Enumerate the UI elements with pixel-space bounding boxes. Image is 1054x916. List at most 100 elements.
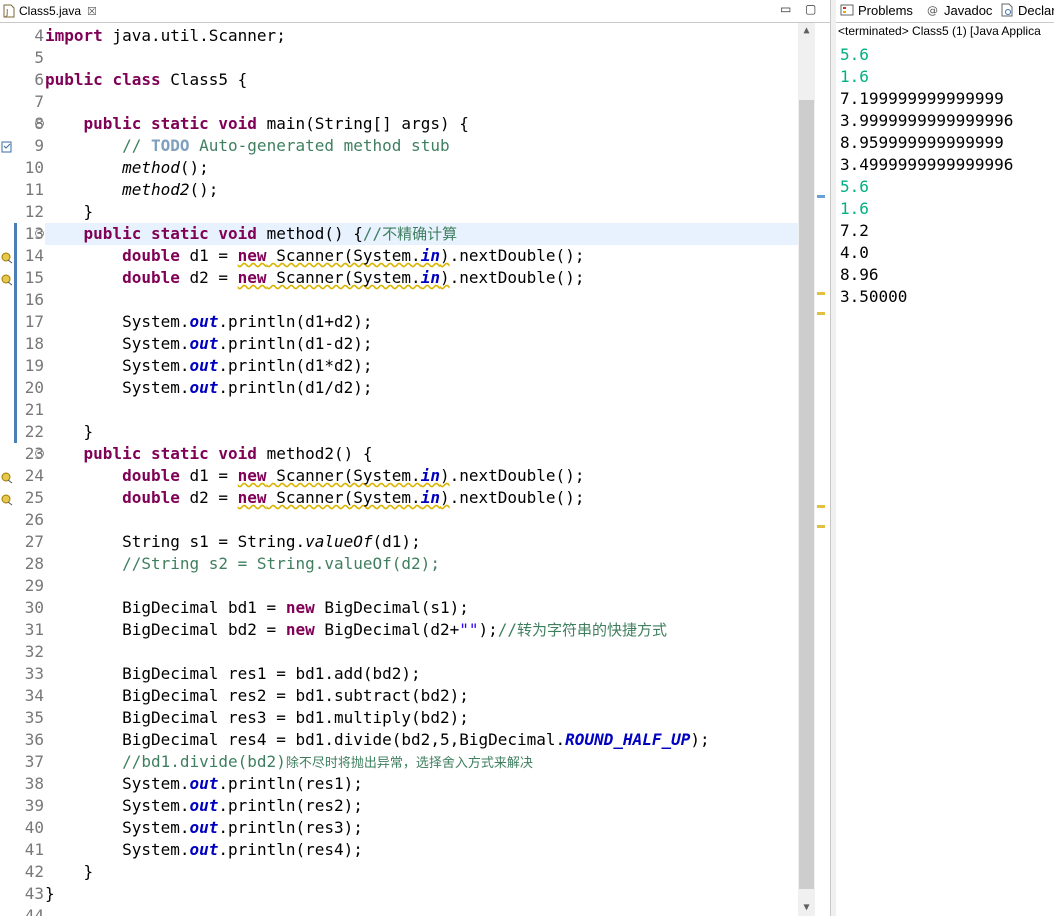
code-editor[interactable]: 4 5 6 7 8 9 10 11 12 13 14 15 16 17 18 19 20 21 22 23 24 25 26… xyxy=(0,23,798,916)
line-number: 36 xyxy=(24,730,44,749)
code-line[interactable]: double d1 = new Scanner(System.in).nextD… xyxy=(45,465,798,487)
at-sign-icon: @ xyxy=(926,2,940,17)
code-line[interactable]: } xyxy=(45,201,798,223)
console-line: 3.9999999999999996 xyxy=(840,111,1014,130)
line-number: 38 xyxy=(24,774,44,793)
close-tab-icon[interactable]: ☒ xyxy=(87,5,97,18)
minimize-icon[interactable]: ▭ xyxy=(780,2,791,16)
code-line[interactable]: System.out.println(d1-d2); xyxy=(45,333,798,355)
tab-declaration[interactable]: Declar xyxy=(1000,0,1054,22)
code-line[interactable] xyxy=(45,289,798,311)
code-line[interactable]: BigDecimal res4 = bd1.divide(bd2,5,BigDe… xyxy=(45,729,798,751)
line-number: 21 xyxy=(24,400,44,419)
line-number: 43 xyxy=(24,884,44,903)
code-line[interactable]: String s1 = String.valueOf(d1); xyxy=(45,531,798,553)
code-line[interactable]: BigDecimal res2 = bd1.subtract(bd2); xyxy=(45,685,798,707)
code-line[interactable]: System.out.println(res4); xyxy=(45,839,798,861)
line-number: 10 xyxy=(24,158,44,177)
line-number: 33 xyxy=(24,664,44,683)
code-line[interactable]: System.out.println(d1*d2); xyxy=(45,355,798,377)
code-line[interactable]: System.out.println(res3); xyxy=(45,817,798,839)
fold-toggle-icon[interactable]: − xyxy=(35,229,44,238)
overview-warning-marker[interactable] xyxy=(817,505,825,508)
line-number: 32 xyxy=(24,642,44,661)
code-line[interactable]: } xyxy=(45,883,798,905)
warning-marker-icon[interactable] xyxy=(1,249,13,264)
code-line[interactable] xyxy=(45,509,798,531)
code-line[interactable]: System.out.println(d1+d2); xyxy=(45,311,798,333)
line-number: 41 xyxy=(24,840,44,859)
overview-marker[interactable] xyxy=(817,195,825,198)
svg-text:@: @ xyxy=(927,4,938,17)
overview-warning-marker[interactable] xyxy=(817,312,825,315)
code-line[interactable]: double d2 = new Scanner(System.in).nextD… xyxy=(45,267,798,289)
code-line[interactable]: } xyxy=(45,421,798,443)
code-line[interactable]: BigDecimal res3 = bd1.multiply(bd2); xyxy=(45,707,798,729)
line-number: 37 xyxy=(24,752,44,771)
console-line: 4.0 xyxy=(840,243,869,262)
scrollbar-thumb[interactable] xyxy=(799,100,814,889)
code-line[interactable] xyxy=(45,641,798,663)
line-number: 14 xyxy=(24,246,44,265)
code-line[interactable]: // TODO Auto-generated method stub xyxy=(45,135,798,157)
code-area[interactable]: import java.util.Scanner; public class Cl… xyxy=(45,23,798,916)
line-number: 29 xyxy=(24,576,44,595)
warning-marker-icon[interactable] xyxy=(1,469,13,484)
line-number: 34 xyxy=(24,686,44,705)
code-line[interactable] xyxy=(45,91,798,113)
change-bar xyxy=(14,223,17,443)
tab-javadoc[interactable]: @ Javadoc xyxy=(926,0,992,22)
code-line[interactable]: public static void main(String[] args) { xyxy=(45,113,798,135)
tab-problems[interactable]: Problems xyxy=(840,0,913,22)
code-line[interactable]: BigDecimal res1 = bd1.add(bd2); xyxy=(45,663,798,685)
code-line[interactable]: System.out.println(d1/d2); xyxy=(45,377,798,399)
line-number: 6 xyxy=(34,70,44,89)
overview-warning-marker[interactable] xyxy=(817,525,825,528)
line-number: 31 xyxy=(24,620,44,639)
maximize-icon[interactable]: ▢ xyxy=(805,2,816,16)
code-line[interactable]: //bd1.divide(bd2)除不尽时将抛出异常，选择舍入方式来解决 xyxy=(45,751,798,773)
warning-marker-icon[interactable] xyxy=(1,491,13,506)
line-number: 12 xyxy=(24,202,44,221)
editor-vertical-scrollbar[interactable]: ▲ ▼ xyxy=(798,23,815,916)
svg-text:J: J xyxy=(5,8,8,17)
fold-toggle-icon[interactable]: − xyxy=(35,119,44,128)
overview-warning-marker[interactable] xyxy=(817,292,825,295)
code-line[interactable]: double d1 = new Scanner(System.in).nextD… xyxy=(45,245,798,267)
console-line: 5.6 xyxy=(840,45,869,64)
code-line[interactable]: public static void method() {//不精确计算 xyxy=(45,223,798,245)
code-line[interactable]: System.out.println(res1); xyxy=(45,773,798,795)
code-line[interactable]: BigDecimal bd1 = new BigDecimal(s1); xyxy=(45,597,798,619)
console-line: 3.50000 xyxy=(840,287,908,306)
console-line: 8.959999999999999 xyxy=(840,133,1004,152)
code-line[interactable]: double d2 = new Scanner(System.in).nextD… xyxy=(45,487,798,509)
line-number: 19 xyxy=(24,356,44,375)
code-line[interactable]: //String s2 = String.valueOf(d2); xyxy=(45,553,798,575)
code-line[interactable]: method2(); xyxy=(45,179,798,201)
console-line: 8.96 xyxy=(840,265,879,284)
tab-class5-java[interactable]: J Class5.java ☒ xyxy=(0,0,110,22)
java-file-icon: J xyxy=(3,4,15,18)
code-line[interactable]: public static void method2() { xyxy=(45,443,798,465)
line-number: 35 xyxy=(24,708,44,727)
line-number-gutter: 4 5 6 7 8 9 10 11 12 13 14 15 16 17 18 19 20 21 22 23 24 25 26… xyxy=(14,23,44,916)
warning-marker-icon[interactable] xyxy=(1,271,13,286)
code-line[interactable]: BigDecimal bd2 = new BigDecimal(d2+"");/… xyxy=(45,619,798,641)
line-number: 5 xyxy=(34,48,44,67)
code-line[interactable] xyxy=(45,399,798,421)
code-line[interactable] xyxy=(45,47,798,69)
console-line: 1.6 xyxy=(840,199,869,218)
fold-toggle-icon[interactable]: − xyxy=(35,449,44,458)
scroll-down-arrow-icon[interactable]: ▼ xyxy=(798,900,815,916)
scroll-up-arrow-icon[interactable]: ▲ xyxy=(798,23,815,39)
code-line[interactable]: public class Class5 { xyxy=(45,69,798,91)
overview-ruler[interactable] xyxy=(815,23,830,916)
console-output[interactable]: 5.6 1.6 7.199999999999999 3.999999999999999… xyxy=(840,44,1013,308)
code-line[interactable]: method(); xyxy=(45,157,798,179)
code-line[interactable]: import java.util.Scanner; xyxy=(45,25,798,47)
code-line[interactable] xyxy=(45,905,798,916)
task-marker-icon[interactable] xyxy=(1,139,13,153)
code-line[interactable]: } xyxy=(45,861,798,883)
code-line[interactable] xyxy=(45,575,798,597)
code-line[interactable]: System.out.println(res2); xyxy=(45,795,798,817)
